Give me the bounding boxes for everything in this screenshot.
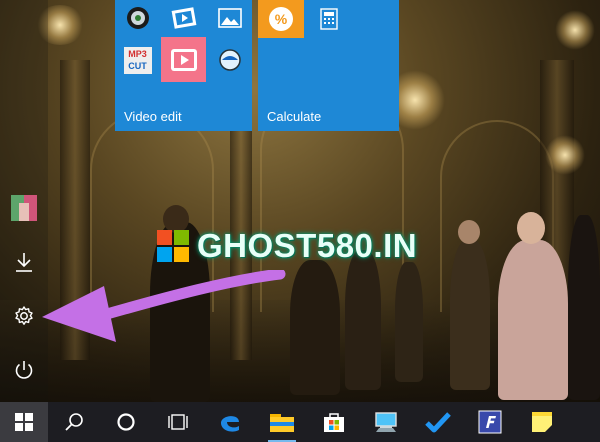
mini-tile[interactable]: MP3 CUT	[115, 40, 160, 80]
mini-tile[interactable]	[161, 37, 206, 82]
music-disc-icon	[126, 7, 149, 29]
calculator-icon	[320, 8, 338, 30]
user-avatar-button[interactable]	[0, 186, 48, 230]
mini-tile[interactable]	[207, 0, 252, 36]
percent-calculator-icon: %	[269, 7, 293, 31]
taskbar-cortana[interactable]	[100, 402, 152, 442]
taskbar-sticky-notes[interactable]	[516, 402, 568, 442]
store-icon	[324, 413, 344, 432]
mp3-text: MP3	[128, 48, 147, 59]
tile-label-calculate: Calculate	[267, 109, 322, 124]
forms-app-icon	[478, 410, 502, 434]
crowd-figure	[498, 240, 568, 400]
search-icon	[65, 413, 83, 431]
mini-tile[interactable]	[207, 40, 252, 80]
windows-logo-icon	[157, 230, 189, 262]
crowd-figure	[290, 260, 340, 395]
chandelier-glow	[545, 135, 585, 175]
taskbar-task-view[interactable]	[152, 402, 204, 442]
file-explorer-icon	[270, 414, 294, 432]
task-view-icon	[168, 414, 188, 430]
taskbar-file-explorer[interactable]	[256, 402, 308, 442]
taskbar-todo[interactable]	[412, 402, 464, 442]
todo-check-icon	[425, 412, 451, 433]
crowd-figure	[450, 240, 490, 390]
globe-icon	[218, 49, 241, 71]
watermark-text: GHOST580.IN	[197, 227, 418, 264]
mini-tile[interactable]	[115, 0, 160, 36]
tile-label-video-edit: Video edit	[124, 109, 182, 124]
crowd-figure	[395, 262, 423, 382]
crowd-head	[458, 220, 480, 244]
mp3cut-icon: MP3 CUT	[123, 46, 152, 74]
taskbar-forms-app[interactable]	[464, 402, 516, 442]
svg-text:%: %	[275, 11, 288, 27]
sticky-notes-icon	[532, 412, 552, 432]
crowd-figure	[568, 215, 600, 400]
taskbar-edge[interactable]	[204, 402, 256, 442]
photos-icon	[217, 8, 242, 28]
video-edit-tile[interactable]: MP3 CUT Video edit	[115, 0, 252, 131]
taskbar-search[interactable]	[48, 402, 100, 442]
start-button[interactable]	[0, 402, 48, 442]
video-film-icon	[171, 7, 196, 29]
crowd-figure	[345, 250, 381, 390]
video-player-icon	[170, 48, 197, 71]
mini-tile[interactable]	[161, 0, 206, 36]
mini-tile[interactable]	[306, 0, 352, 38]
this-pc-icon	[375, 412, 397, 432]
cut-text: CUT	[128, 60, 147, 71]
taskbar-store[interactable]	[308, 402, 360, 442]
crowd-head	[517, 212, 545, 244]
chandelier-glow	[555, 10, 595, 50]
ghost580-watermark: GHOST580.IN	[155, 226, 417, 266]
taskbar	[0, 402, 600, 442]
user-avatar	[11, 195, 37, 221]
cortana-icon	[117, 413, 135, 431]
annotation-arrow	[42, 270, 286, 342]
windows-start-icon	[15, 413, 33, 431]
calculate-tile[interactable]: % Calculate	[258, 0, 399, 131]
taskbar-this-pc[interactable]	[360, 402, 412, 442]
mini-tile[interactable]: %	[258, 0, 304, 38]
edge-icon	[221, 416, 239, 432]
